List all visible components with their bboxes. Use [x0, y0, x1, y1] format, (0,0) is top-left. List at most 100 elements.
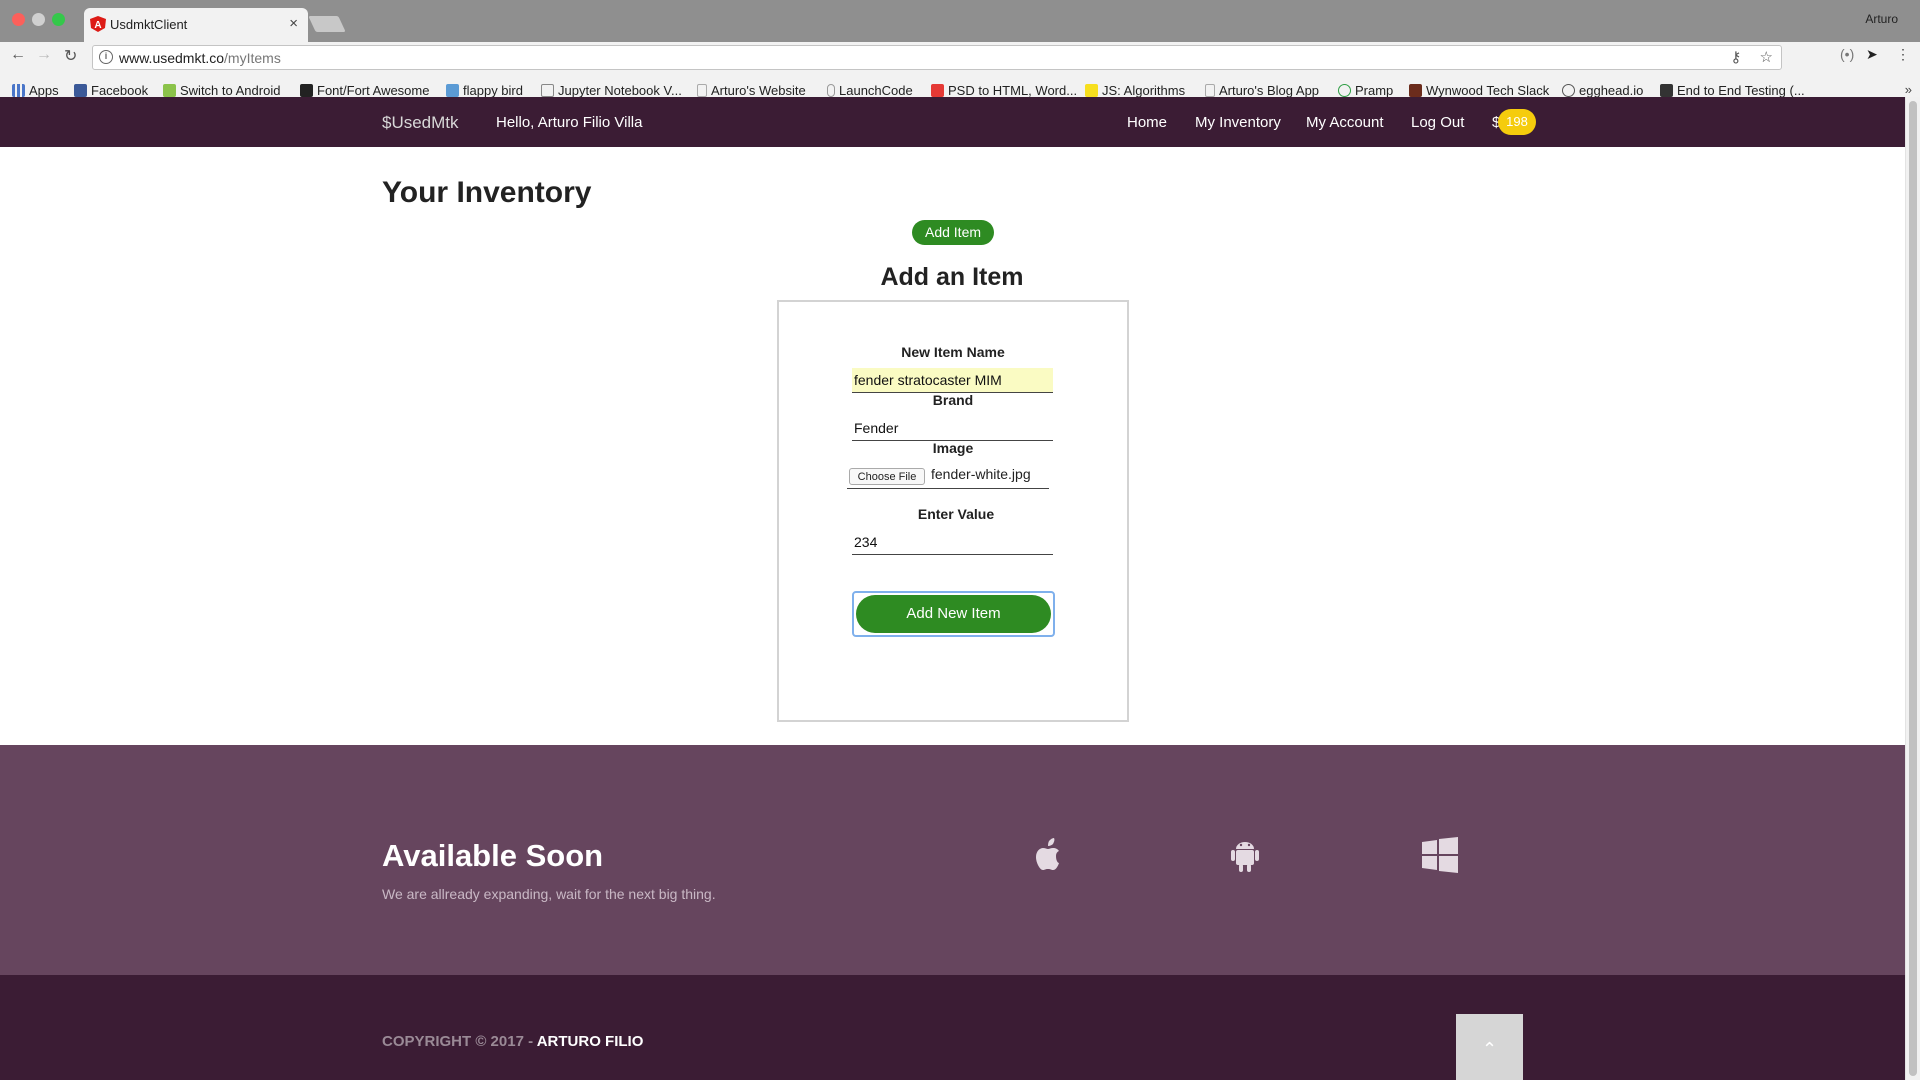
- apple-icon[interactable]: [1029, 835, 1069, 875]
- bookmark-e2e-testing[interactable]: End to End Testing (...: [1660, 83, 1805, 98]
- copyright-text: COPYRIGHT © 2017 - ARTURO FILIO: [382, 1033, 643, 1050]
- form-title: Add an Item: [880, 263, 1024, 291]
- nav-my-account[interactable]: My Account: [1306, 114, 1384, 131]
- brand-label: Brand: [932, 392, 974, 408]
- page-icon: [697, 84, 707, 97]
- bookmark-js-algorithms[interactable]: JS: Algorithms: [1085, 83, 1185, 98]
- bookmark-launchcode[interactable]: LaunchCode: [827, 83, 913, 98]
- star-icon[interactable]: ☆: [1760, 49, 1773, 66]
- apps-grid-icon: [12, 84, 25, 97]
- reload-icon[interactable]: ↻: [64, 46, 77, 66]
- value-label: Enter Value: [917, 506, 995, 522]
- maximize-window-button[interactable]: [52, 13, 65, 26]
- url-path: /myItems: [224, 50, 281, 66]
- tab-close-icon[interactable]: ×: [289, 15, 298, 32]
- forward-arrow-icon[interactable]: →: [36, 46, 52, 64]
- balance-badge: 198: [1498, 109, 1536, 135]
- bookmarks-overflow-icon[interactable]: »: [1905, 82, 1912, 97]
- close-window-button[interactable]: [12, 13, 25, 26]
- bookmark-wynwood-slack[interactable]: Wynwood Tech Slack: [1409, 83, 1549, 98]
- bookmark-label: Wynwood Tech Slack: [1426, 83, 1550, 98]
- new-tab-button[interactable]: [308, 16, 346, 32]
- page-title: Your Inventory: [382, 176, 592, 209]
- js-icon: [1085, 84, 1098, 97]
- bookmark-label: End to End Testing (...: [1677, 83, 1805, 98]
- nav-log-out[interactable]: Log Out: [1411, 114, 1464, 131]
- bookmark-label: Pramp: [1355, 83, 1394, 98]
- scrollbar-thumb[interactable]: [1909, 101, 1917, 1076]
- user-greeting: Hello, Arturo Filio Villa: [496, 114, 643, 131]
- scroll-to-top-button[interactable]: ⌃: [1456, 1014, 1523, 1080]
- address-bar[interactable]: i www.usedmkt.co/myItems ⚷ ☆: [92, 45, 1782, 70]
- minimize-window-button[interactable]: [32, 13, 45, 26]
- bookmark-label: Arturo's Blog App: [1219, 83, 1320, 98]
- brand-input[interactable]: [852, 416, 1053, 441]
- bookmark-label: PSD to HTML, Word...: [948, 83, 1078, 98]
- bookmark-arturos-website[interactable]: Arturo's Website: [697, 83, 806, 98]
- windows-icon[interactable]: [1420, 835, 1460, 875]
- test-icon: [1660, 84, 1673, 97]
- svg-text:A: A: [94, 20, 101, 31]
- bookmark-font-awesome[interactable]: Font/Fort Awesome: [300, 83, 429, 98]
- footer-copyright-bar: COPYRIGHT © 2017 - ARTURO FILIO ⌃: [0, 975, 1905, 1080]
- flag-icon: [300, 84, 313, 97]
- bookmark-jupyter[interactable]: Jupyter Notebook V...: [541, 83, 682, 98]
- selected-file-name: fender-white.jpg: [931, 466, 1031, 482]
- add-item-form: New Item Name Brand Image Choose File fe…: [777, 300, 1129, 722]
- item-name-input[interactable]: [852, 368, 1053, 393]
- image-file-input[interactable]: Choose File fender-white.jpg: [847, 464, 1049, 489]
- page-scrollbar[interactable]: [1905, 97, 1920, 1080]
- bookmark-blog-app[interactable]: Arturo's Blog App: [1205, 83, 1319, 98]
- bookmark-label: flappy bird: [463, 83, 523, 98]
- bird-icon: [446, 84, 459, 97]
- menu-dots-icon[interactable]: ⋮: [1896, 46, 1910, 63]
- info-icon[interactable]: i: [99, 50, 113, 64]
- bookmark-flappy-bird[interactable]: flappy bird: [446, 83, 523, 98]
- back-arrow-icon[interactable]: ←: [10, 46, 26, 64]
- browser-tab[interactable]: A UsdmktClient ×: [84, 8, 308, 42]
- bookmark-label: Font/Fort Awesome: [317, 83, 430, 98]
- extension-icon[interactable]: (•): [1840, 46, 1854, 62]
- chevron-up-icon: ⌃: [1481, 1038, 1498, 1059]
- add-new-item-button[interactable]: Add New Item: [852, 591, 1055, 637]
- copyright-prefix: COPYRIGHT © 2017 -: [382, 1033, 534, 1050]
- bookmark-label: egghead.io: [1579, 83, 1644, 98]
- value-input[interactable]: [852, 530, 1053, 555]
- nav-home[interactable]: Home: [1127, 114, 1167, 131]
- bookmark-egghead[interactable]: egghead.io: [1562, 83, 1643, 98]
- add-item-toggle-button[interactable]: Add Item: [912, 220, 994, 245]
- bookmark-label: Facebook: [91, 83, 149, 98]
- browser-tab-strip: A UsdmktClient × Arturo: [0, 0, 1920, 42]
- choose-file-button[interactable]: Choose File: [849, 468, 925, 485]
- bookmark-label: JS: Algorithms: [1102, 83, 1186, 98]
- available-soon-title: Available Soon: [382, 838, 604, 873]
- check-circle-icon: [1338, 84, 1351, 97]
- available-soon-subtitle: We are allready expanding, wait for the …: [382, 886, 716, 902]
- hashtag-icon: [1409, 84, 1422, 97]
- brand-logo[interactable]: $UsedMtk: [382, 113, 459, 133]
- url-host: www.usedmkt.co: [119, 50, 225, 66]
- bookmark-label: Apps: [29, 83, 59, 98]
- bookmark-psd-to-html[interactable]: PSD to HTML, Word...: [931, 83, 1077, 98]
- extension-arrow-icon[interactable]: ➤: [1866, 46, 1878, 63]
- code-icon: [931, 84, 944, 97]
- nav-my-inventory[interactable]: My Inventory: [1195, 114, 1281, 131]
- document-icon: [541, 84, 554, 97]
- page-icon: [1205, 84, 1215, 97]
- rocket-icon: [827, 84, 835, 97]
- add-new-item-label: Add New Item: [856, 595, 1051, 633]
- footer-available-soon: Available Soon We are allready expanding…: [0, 745, 1905, 975]
- bookmark-label: LaunchCode: [839, 83, 913, 98]
- bookmark-label: Switch to Android: [180, 83, 281, 98]
- profile-name[interactable]: Arturo: [1865, 12, 1898, 26]
- key-icon[interactable]: ⚷: [1730, 49, 1741, 66]
- tab-title: UsdmktClient: [110, 17, 188, 32]
- bookmark-pramp[interactable]: Pramp: [1338, 83, 1393, 98]
- bookmark-apps[interactable]: Apps: [12, 83, 59, 98]
- angular-icon: A: [90, 16, 106, 32]
- bookmark-switch-android[interactable]: Switch to Android: [163, 83, 280, 98]
- android-icon[interactable]: [1225, 835, 1265, 875]
- bookmark-label: Jupyter Notebook V...: [558, 83, 682, 98]
- image-label: Image: [932, 440, 974, 456]
- bookmark-facebook[interactable]: Facebook: [74, 83, 148, 98]
